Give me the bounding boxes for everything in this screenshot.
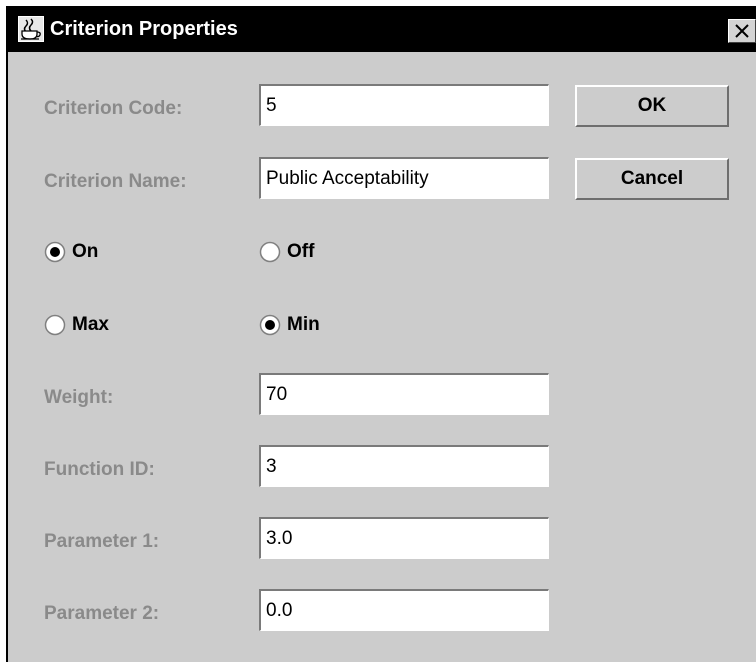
function-id-field[interactable] [259,445,549,487]
radio-button-icon [44,241,66,263]
radio-on-label: On [72,241,99,262]
radio-min[interactable]: Min [259,312,320,338]
criterion-properties-dialog: Criterion Properties Criterion Code: OK … [6,6,756,662]
title-bar: Criterion Properties [8,8,756,52]
radio-button-icon [259,314,281,336]
radio-on[interactable]: On [44,239,98,265]
cancel-button[interactable]: Cancel [575,158,729,200]
radio-button-icon [259,241,281,263]
weight-field[interactable] [259,373,549,415]
radio-min-label: Min [287,314,320,335]
radio-max[interactable]: Max [44,312,109,338]
java-coffee-cup-icon [18,16,44,42]
radio-off[interactable]: Off [259,239,314,265]
radio-button-icon [44,314,66,336]
ok-button[interactable]: OK [575,85,729,127]
criterion-name-field[interactable] [259,157,549,199]
close-icon [735,24,749,38]
radio-off-label: Off [287,241,315,262]
criterion-name-label: Criterion Name: [44,171,187,192]
parameter-1-label: Parameter 1: [44,531,160,552]
parameter-1-field[interactable] [259,517,549,559]
weight-label: Weight: [44,387,114,408]
close-button[interactable] [728,19,756,43]
parameter-2-label: Parameter 2: [44,603,160,624]
function-id-label: Function ID: [44,459,155,480]
parameter-2-field[interactable] [259,589,549,631]
radio-max-label: Max [72,314,109,335]
criterion-code-label: Criterion Code: [44,98,183,119]
criterion-code-field[interactable] [259,84,549,126]
window-title: Criterion Properties [50,18,238,40]
